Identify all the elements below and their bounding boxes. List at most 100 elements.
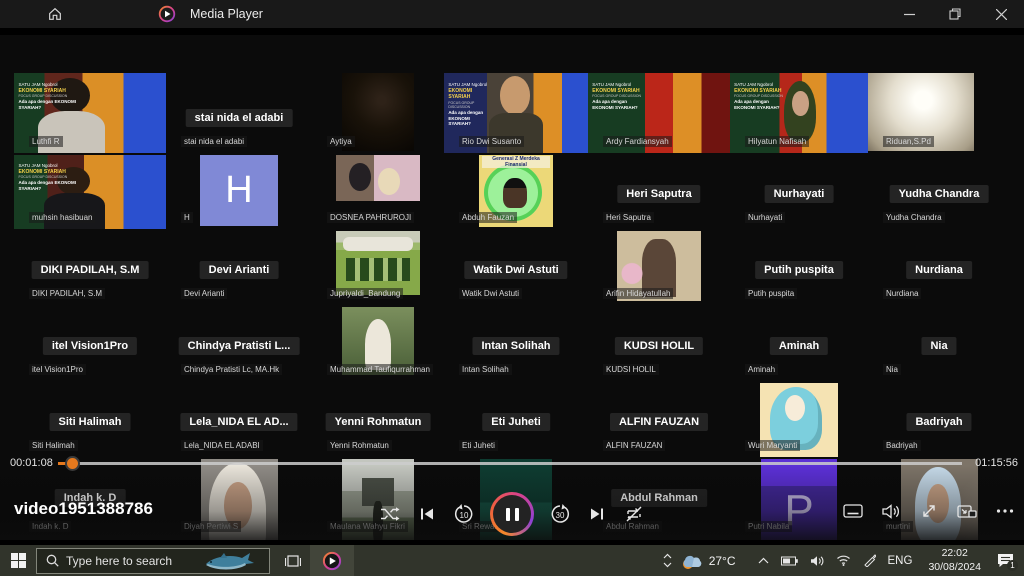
close-icon (996, 9, 1007, 20)
participant-tile: Chindya Pratisti L...Chindya Pratisti Lc… (166, 307, 312, 381)
pause-button[interactable] (490, 492, 534, 536)
next-button[interactable] (586, 503, 608, 525)
participant-tile: Lela_NIDA EL AD...Lela_NIDA EL ADABI (166, 383, 312, 457)
participant-tile: Arifin Hidayatullah (588, 231, 730, 305)
more-options-button[interactable] (994, 500, 1016, 522)
home-button[interactable] (40, 0, 70, 28)
forward-30-button[interactable]: 30 (549, 503, 571, 525)
seek-track[interactable] (58, 462, 962, 465)
participant-big-name: stai nida el adabi (186, 109, 293, 127)
previous-button[interactable] (416, 503, 438, 525)
repeat-off-icon (624, 505, 644, 523)
participant-tile: HH (166, 155, 312, 229)
participant-tile: Eti Juheti Eti Juheti (444, 383, 588, 457)
clock[interactable]: 22:02 30/08/2024 (928, 547, 981, 573)
participant-label: Jupriyaldi_Bandung (327, 288, 403, 299)
media-player-app-icon (152, 0, 182, 28)
participant-tile: Siti HalimahSiti Halimah (14, 383, 166, 457)
temperature-label: 27°C (709, 554, 736, 568)
participant-tile: KUDSI HOLILKUDSI HOLIL (588, 307, 730, 381)
video-title: video1951388786 (14, 499, 153, 519)
participant-label: Aminah (745, 364, 778, 375)
participant-big-name: Lela_NIDA EL AD... (180, 413, 297, 431)
language-indicator[interactable]: ENG (888, 555, 913, 567)
participant-tile: Muhammad Taufiqurrahman (312, 307, 444, 381)
participant-label: KUDSI HOLIL (603, 364, 659, 375)
participant-label: Riduan,S.Pd (883, 136, 934, 147)
task-view-button[interactable] (276, 545, 310, 576)
banner-text: SATU JAM NgobrolEKONOMI SYARIAHFOCUS GRO… (734, 82, 789, 111)
whale-shark-image (198, 550, 260, 574)
captions-button[interactable] (842, 500, 864, 522)
participant-label: Devi Arianti (181, 288, 227, 299)
system-tray: ENG 22:02 30/08/2024 1 (758, 547, 1014, 573)
participant-label: Yudha Chandra (883, 212, 945, 223)
participant-big-name: Yenni Rohmatun (326, 413, 431, 431)
notification-button[interactable]: 1 (997, 553, 1014, 568)
pen-icon[interactable] (863, 554, 876, 567)
seek-handle[interactable] (65, 456, 80, 471)
taskbar-media-player-button[interactable] (310, 545, 354, 576)
volume-button[interactable] (880, 500, 902, 522)
battery-icon[interactable] (781, 556, 798, 566)
mini-player-button[interactable] (956, 500, 978, 522)
participant-tile: Aminah Aminah (730, 307, 868, 381)
fullscreen-button[interactable] (918, 500, 940, 522)
next-icon (588, 505, 606, 523)
title-bar: Media Player (0, 0, 1024, 28)
windows-logo-icon (11, 553, 26, 568)
minimize-button[interactable] (886, 0, 932, 28)
participant-tile: NurdianaNurdiana (868, 231, 1010, 305)
time-label: 22:02 (928, 547, 981, 560)
more-options-icon (996, 508, 1014, 514)
participant-big-name: Eti Juheti (482, 413, 550, 431)
participant-tile: Wuri Maryanti (730, 383, 868, 457)
participant-label: Muhammad Taufiqurrahman (327, 364, 433, 375)
participant-tile: NurhayatiNurhayati (730, 155, 868, 229)
close-button[interactable] (978, 0, 1024, 28)
participant-video (336, 155, 420, 201)
utility-controls (842, 500, 1016, 522)
start-button[interactable] (0, 545, 36, 576)
weather-widget[interactable]: 27°C (679, 551, 736, 571)
scroll-up-icon (663, 553, 672, 559)
svg-text:30: 30 (556, 511, 565, 520)
participant-tile: Jupriyaldi_Bandung (312, 231, 444, 305)
playback-control-bar: video1951388786 10 (0, 490, 1024, 540)
participant-big-name: Heri Saputra (617, 185, 700, 203)
pause-icon (506, 508, 510, 521)
speaker-icon[interactable] (810, 555, 824, 567)
volume-icon (881, 503, 901, 520)
taskbar-scroll-arrows[interactable] (657, 553, 679, 568)
participant-label: Eti Juheti (459, 440, 498, 451)
participant-tile: Aytiya (312, 73, 444, 153)
wifi-icon[interactable] (836, 555, 851, 566)
participant-label: DOSNEA PAHRUROJI (327, 212, 414, 223)
participant-label: Arifin Hidayatullah (603, 288, 673, 299)
rewind-10-button[interactable]: 10 (453, 503, 475, 525)
participant-tile: Watik Dwi AstutiWatik Dwi Astuti (444, 231, 588, 305)
repeat-off-button[interactable] (623, 503, 645, 525)
participant-tile: SATU JAM NgobrolEKONOMI SYARIAHFOCUS GRO… (14, 155, 166, 229)
participant-label: itel Vision1Pro (29, 364, 86, 375)
participant-big-name: Chindya Pratisti L... (179, 337, 300, 355)
hidden-icons-chevron-icon[interactable] (758, 557, 769, 564)
mini-player-icon (957, 503, 977, 520)
participant-big-name: Aminah (770, 337, 828, 355)
participant-label: Nurhayati (745, 212, 785, 223)
participant-label: Heri Saputra (603, 212, 654, 223)
task-view-icon (285, 554, 301, 568)
participant-big-name: Intan Solihah (472, 337, 559, 355)
participant-label: Luthfi R (29, 136, 63, 147)
participant-tile: Heri Saputra Heri Saputra (588, 155, 730, 229)
participant-tile: Yudha ChandraYudha Chandra (868, 155, 1010, 229)
restore-button[interactable] (932, 0, 978, 28)
participant-tile: Yenni Rohmatun Yenni Rohmatun (312, 383, 444, 457)
shuffle-button[interactable] (379, 503, 401, 525)
participant-label: Yenni Rohmatun (327, 440, 392, 451)
participant-video: H (200, 155, 278, 226)
shuffle-icon (380, 505, 400, 523)
forward-30-icon: 30 (549, 503, 571, 525)
media-player-taskbar-icon (322, 551, 342, 571)
search-box[interactable]: Type here to search (36, 548, 270, 574)
